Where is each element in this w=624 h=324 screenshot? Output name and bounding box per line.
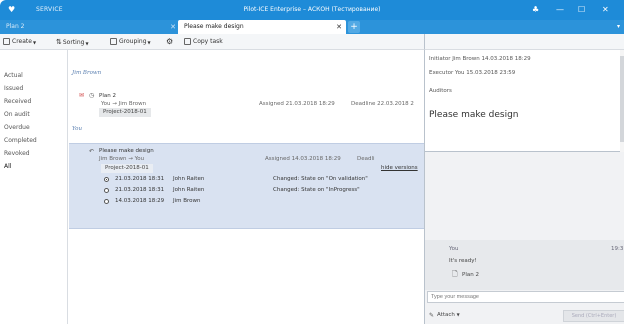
- sorting-label: Sorting: [62, 39, 85, 46]
- tab-label: Plan 2: [6, 23, 25, 30]
- paperclip-icon[interactable]: ✎: [429, 312, 434, 319]
- message-sender: You: [449, 246, 459, 252]
- group-header-you: You: [72, 126, 83, 132]
- sidebar-item-received[interactable]: Received: [4, 96, 31, 107]
- sidebar-item-issued[interactable]: Issued: [4, 83, 23, 94]
- version-user: John Raiten: [173, 187, 205, 193]
- version-radio[interactable]: [104, 188, 109, 193]
- version-user: John Raiten: [173, 176, 205, 182]
- copy-task-label: Copy task: [193, 38, 223, 45]
- tab-label: Please make design: [184, 23, 244, 30]
- user-status-icon[interactable]: ♣: [532, 0, 539, 20]
- attach-button[interactable]: Attach ▼: [437, 312, 460, 318]
- message-time: 19:3: [611, 246, 624, 252]
- title-bar: ♥ SERVICE Pilot-ICE Enterprise – АСКОН (…: [0, 0, 624, 20]
- message-text: It's ready!: [449, 258, 477, 264]
- version-date: 14.03.2018 18:29: [115, 198, 165, 204]
- task-detail-title: Please make design: [429, 110, 519, 120]
- task-assigned: Assigned 14.03.2018 18:29: [265, 156, 341, 162]
- sidebar-item-on-audit[interactable]: On audit: [4, 109, 30, 120]
- copy-task-button[interactable]: Copy task: [184, 34, 223, 50]
- initiator-field: Initiator Jim Brown 14.03.2018 18:29: [429, 56, 531, 62]
- details-header: [424, 34, 624, 50]
- chevron-down-icon: ▼: [32, 40, 37, 45]
- sidebar-item-revoked[interactable]: Revoked: [4, 148, 30, 159]
- attach-label: Attach: [437, 312, 455, 318]
- hide-versions-link[interactable]: hide versions: [381, 165, 418, 171]
- app-window: ♥ SERVICE Pilot-ICE Enterprise – АСКОН (…: [0, 0, 624, 324]
- chat-panel: You 19:3 It's ready! 🗋 Plan 2 Type your …: [424, 152, 624, 324]
- sidebar-item-overdue[interactable]: Overdue: [4, 122, 30, 133]
- tab-close-icon[interactable]: ✕: [170, 20, 176, 34]
- task-deadline: Deadline 22.03.2018 2: [351, 101, 414, 107]
- sorting-button[interactable]: ⇅Sorting▼: [56, 34, 89, 50]
- task-deadline: Deadli: [357, 156, 375, 162]
- grouping-icon: [110, 38, 117, 45]
- auditors-field: Auditors: [429, 88, 452, 94]
- task-assigned: Assigned 21.03.2018 18:29: [259, 101, 335, 107]
- group-header-jim-brown: Jim Brown: [72, 70, 102, 76]
- executor-field: Executor You 15.03.2018 23:59: [429, 70, 516, 76]
- sort-icon: ⇅: [56, 38, 62, 46]
- version-radio[interactable]: [104, 199, 109, 204]
- sidebar-item-actual[interactable]: Actual: [4, 70, 23, 81]
- version-change: Changed: State on "On validation": [273, 176, 368, 182]
- task-title: Please make design: [99, 148, 154, 154]
- sidebar-item-completed[interactable]: Completed: [4, 135, 37, 146]
- sidebar-item-all[interactable]: All: [4, 161, 11, 172]
- chevron-down-icon[interactable]: ▾: [617, 20, 620, 34]
- version-radio[interactable]: [104, 177, 109, 182]
- document-icon: 🗋: [452, 270, 458, 278]
- chevron-down-icon: ▼: [147, 40, 151, 45]
- chevron-down-icon: ▼: [85, 41, 89, 46]
- task-project: Project-2018-01: [101, 164, 153, 173]
- document-icon: [3, 38, 10, 45]
- tab-bar: Plan 2 ✕ Please make design ✕ + ▾: [0, 20, 624, 34]
- copy-icon: [184, 38, 191, 45]
- filter-sidebar: Actual Issued Received On audit Overdue …: [0, 50, 68, 324]
- task-title: Plan 2: [99, 93, 116, 99]
- create-label: Create: [12, 38, 32, 45]
- add-tab-button[interactable]: +: [348, 21, 360, 33]
- received-icon: ↶: [89, 148, 95, 155]
- message-input[interactable]: Type your message: [427, 291, 624, 303]
- chat-actions: ✎ Attach ▼ Send (Ctrl+Enter): [425, 308, 624, 324]
- version-date: 21.03.2018 18:31: [115, 187, 165, 193]
- task-route: Jim Brown → You: [99, 156, 145, 162]
- maximize-button[interactable]: ☐: [578, 0, 585, 20]
- toolbar: Create▼ ⇅Sorting▼ Grouping▼ ⚙ Copy task: [0, 34, 424, 50]
- task-route: You → Jim Brown: [101, 101, 147, 107]
- create-button[interactable]: Create▼: [3, 34, 36, 50]
- chat-message: You 19:3 It's ready! 🗋 Plan 2: [425, 240, 624, 290]
- version-date: 21.03.2018 18:31: [115, 176, 165, 182]
- task-list: Jim Brown ✉ ◷ Plan 2 You → Jim Brown Pro…: [69, 50, 424, 324]
- clock-icon: ◷: [89, 92, 95, 99]
- version-change: Changed: State on "InProgress": [273, 187, 360, 193]
- settings-button[interactable]: ⚙: [166, 34, 173, 50]
- tab-please-make-design[interactable]: Please make design ✕: [178, 20, 346, 34]
- sent-icon: ✉: [79, 92, 85, 99]
- grouping-label: Grouping: [119, 38, 147, 45]
- task-project: Project-2018-01: [99, 108, 151, 117]
- task-row-plan-2[interactable]: ✉ ◷ Plan 2 You → Jim Brown Project-2018-…: [77, 88, 424, 120]
- tab-plan-2[interactable]: Plan 2 ✕: [0, 20, 176, 34]
- gear-icon: ⚙: [166, 37, 174, 46]
- minimize-button[interactable]: —: [556, 0, 564, 20]
- close-button[interactable]: ✕: [602, 0, 609, 20]
- tab-close-icon[interactable]: ✕: [336, 20, 342, 34]
- send-button[interactable]: Send (Ctrl+Enter): [563, 310, 624, 322]
- window-title: Pilot-ICE Enterprise – АСКОН (Тестирован…: [243, 6, 381, 13]
- details-scrollbar-thumb[interactable]: [620, 56, 624, 142]
- task-details-panel: Initiator Jim Brown 14.03.2018 18:29 Exe…: [424, 50, 624, 152]
- chevron-down-icon: ▼: [456, 312, 460, 317]
- grouping-button[interactable]: Grouping▼: [110, 34, 151, 50]
- version-user: Jim Brown: [173, 198, 201, 204]
- task-row-please-make-design[interactable]: ↶ Please make design Jim Brown → You Pro…: [69, 143, 424, 229]
- message-attachment[interactable]: Plan 2: [462, 272, 479, 278]
